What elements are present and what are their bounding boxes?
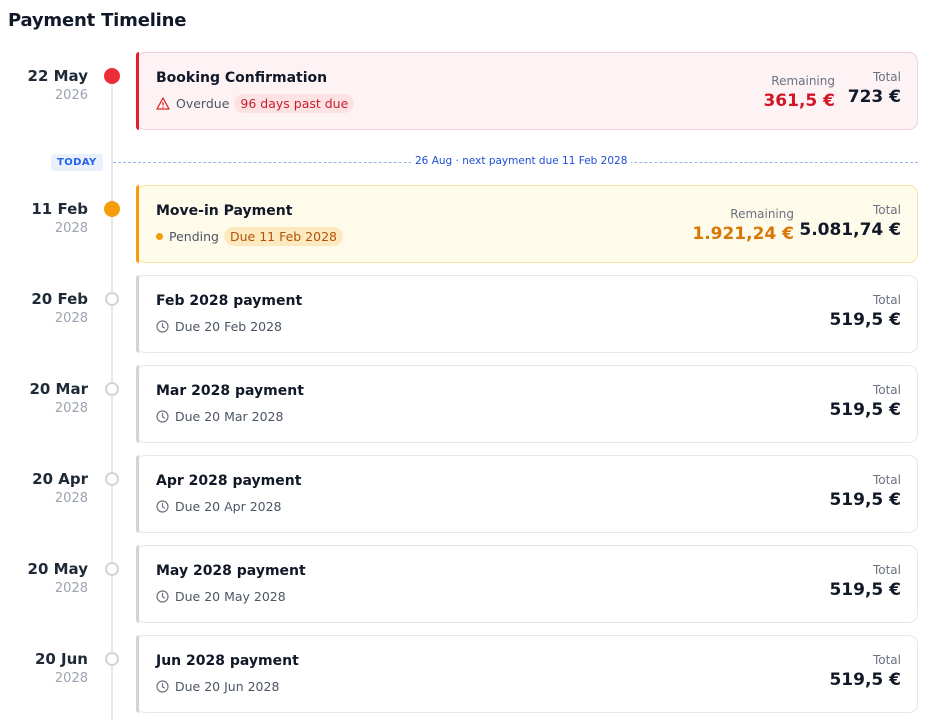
date-year: 2028 [54, 221, 88, 236]
payment-card-move-in[interactable]: Move-in Payment Pending Due 11 Feb 2028 … [136, 185, 918, 263]
total-label: Total [872, 563, 901, 577]
status-dot-overdue [104, 68, 120, 84]
payment-card-may-2028[interactable]: May 2028 payment Due 20 May 2028 Total 5… [136, 545, 918, 623]
date-year: 2028 [54, 311, 88, 326]
total-label: Total [872, 203, 901, 217]
clock-icon [156, 409, 169, 423]
total-label: Total [872, 383, 901, 397]
date-day: 20 May [27, 560, 88, 578]
timeline-date: 20 Apr 2028 [0, 469, 88, 509]
date-year: 2026 [54, 88, 88, 103]
today-note: 26 Aug · next payment due 11 Feb 2028 [411, 155, 632, 167]
payment-due: Due 20 May 2028 [156, 586, 291, 606]
status-badge: Due 11 Feb 2028 [223, 226, 343, 246]
date-year: 2028 [54, 491, 88, 506]
timeline-date: 20 May 2028 [0, 559, 88, 599]
status-dot-upcoming [105, 292, 119, 306]
date-day: 22 May [27, 67, 88, 85]
status-label: Pending [169, 228, 219, 244]
total-amount: Total 5.081,74 € [799, 202, 901, 242]
due-date: Due 20 Feb 2028 [175, 318, 283, 334]
payment-title: Mar 2028 payment [156, 383, 304, 399]
date-day: 20 Feb [31, 290, 88, 308]
date-year: 2028 [54, 401, 88, 416]
total-label: Total [872, 653, 901, 667]
total-label: Total [872, 70, 901, 84]
payment-due: Due 20 Jun 2028 [156, 676, 284, 696]
status-label: Overdue [176, 95, 230, 111]
warning-icon [156, 96, 170, 110]
payment-title: May 2028 payment [156, 563, 306, 579]
date-year: 2028 [54, 671, 88, 686]
clock-icon [156, 589, 169, 603]
total-value: 519,5 € [829, 580, 901, 600]
total-amount: Total 723 € [848, 69, 901, 109]
payment-title: Feb 2028 payment [156, 293, 303, 309]
status-dot-upcoming [105, 382, 119, 396]
remaining-value: 361,5 € [763, 91, 835, 111]
total-value: 519,5 € [829, 310, 901, 330]
status-badge: 96 days past due [234, 93, 355, 113]
status-dot-upcoming [105, 562, 119, 576]
timeline-date: 22 May 2026 [0, 66, 88, 106]
clock-icon [156, 679, 169, 693]
due-date: Due 20 Jun 2028 [175, 678, 280, 694]
remaining-label: Remaining [771, 74, 835, 88]
status-dot-pending [104, 201, 120, 217]
status-dot-upcoming [105, 652, 119, 666]
clock-icon [156, 499, 169, 513]
payment-card-booking-confirmation[interactable]: Booking Confirmation Overdue 96 days pas… [136, 52, 918, 130]
date-day: 11 Feb [31, 200, 88, 218]
remaining-amount: Remaining 1.921,24 € [692, 206, 794, 246]
payment-card-jun-2028[interactable]: Jun 2028 payment Due 20 Jun 2028 Total 5… [136, 635, 918, 713]
timeline-date: 20 Mar 2028 [0, 379, 88, 419]
payment-due: Due 20 Mar 2028 [156, 406, 288, 426]
due-date: Due 20 Apr 2028 [175, 498, 282, 514]
payment-card-mar-2028[interactable]: Mar 2028 payment Due 20 Mar 2028 Total 5… [136, 365, 918, 443]
payment-title: Apr 2028 payment [156, 473, 302, 489]
timeline-date: 20 Feb 2028 [0, 289, 88, 329]
remaining-value: 1.921,24 € [692, 224, 794, 244]
due-date: Due 20 Mar 2028 [175, 408, 284, 424]
timeline-line [111, 78, 113, 720]
total-label: Total [872, 293, 901, 307]
due-date: Due 20 May 2028 [175, 588, 286, 604]
payment-title: Jun 2028 payment [156, 653, 299, 669]
clock-icon [156, 319, 169, 333]
payment-card-apr-2028[interactable]: Apr 2028 payment Due 20 Apr 2028 Total 5… [136, 455, 918, 533]
total-value: 519,5 € [829, 400, 901, 420]
payment-title: Booking Confirmation [156, 70, 328, 86]
date-year: 2028 [54, 581, 88, 596]
payment-status: Overdue 96 days past due [156, 93, 355, 113]
page-title: Payment Timeline [8, 10, 187, 31]
total-amount: Total 519,5 € [829, 472, 901, 512]
timeline-date: 20 Jun 2028 [0, 649, 88, 689]
total-amount: Total 519,5 € [829, 382, 901, 422]
total-value: 519,5 € [829, 490, 901, 510]
total-value: 723 € [847, 87, 901, 107]
pending-dot-icon [156, 232, 163, 240]
payment-due: Due 20 Apr 2028 [156, 496, 287, 516]
payment-title: Move-in Payment [156, 203, 293, 219]
payment-status: Pending Due 11 Feb 2028 [156, 226, 343, 246]
today-badge: TODAY [51, 154, 103, 171]
total-label: Total [872, 473, 901, 487]
total-amount: Total 519,5 € [829, 652, 901, 692]
total-value: 519,5 € [829, 670, 901, 690]
payment-due: Due 20 Feb 2028 [156, 316, 287, 336]
total-amount: Total 519,5 € [829, 292, 901, 332]
payment-card-feb-2028[interactable]: Feb 2028 payment Due 20 Feb 2028 Total 5… [136, 275, 918, 353]
date-day: 20 Mar [29, 380, 88, 398]
remaining-amount: Remaining 361,5 € [763, 73, 835, 113]
today-marker: TODAY 26 Aug · next payment due 11 Feb 2… [0, 152, 926, 174]
remaining-label: Remaining [730, 207, 794, 221]
date-day: 20 Jun [34, 650, 88, 668]
timeline-date: 11 Feb 2028 [0, 199, 88, 239]
date-day: 20 Apr [32, 470, 88, 488]
total-value: 5.081,74 € [799, 220, 901, 240]
total-amount: Total 519,5 € [829, 562, 901, 602]
status-dot-upcoming [105, 472, 119, 486]
